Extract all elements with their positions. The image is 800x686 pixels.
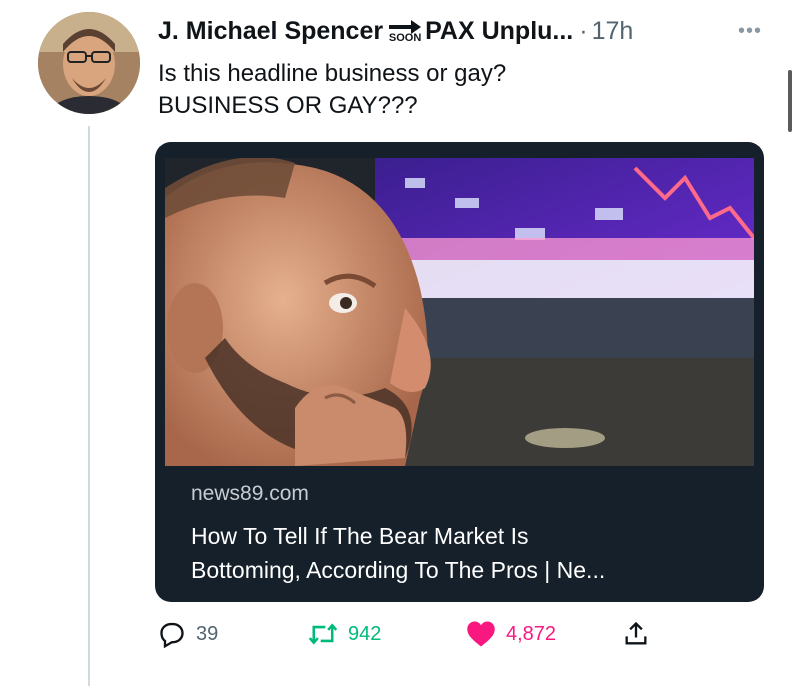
like-count: 4,872 xyxy=(506,622,557,645)
like-button[interactable]: 4,872 xyxy=(466,616,556,652)
thread-connector-line xyxy=(88,126,90,686)
tweet-timestamp[interactable]: 17h xyxy=(592,17,634,46)
card-domain: news89.com xyxy=(191,482,309,505)
more-icon[interactable]: ••• xyxy=(738,20,762,43)
reply-button[interactable]: 39 xyxy=(158,616,218,652)
author-name[interactable]: J. Michael Spencer xyxy=(158,17,383,46)
retweet-button[interactable]: 942 xyxy=(308,616,381,652)
author-handle[interactable]: PAX Unplu... xyxy=(425,17,573,46)
card-title-line-2: Bottoming, According To The Pros | Ne... xyxy=(191,557,606,583)
retweet-count: 942 xyxy=(348,622,382,645)
soon-label: SOON xyxy=(388,32,422,44)
card-title: How To Tell If The Bear Market Is Bottom… xyxy=(191,519,751,587)
tweet-actions: 39 942 4,872 xyxy=(158,616,678,652)
soon-badge: SOON xyxy=(387,19,423,44)
tweet-text-line-2: BUSINESS OR GAY??? xyxy=(158,92,418,119)
link-preview-card[interactable]: news89.com How To Tell If The Bear Marke… xyxy=(155,142,764,602)
separator-dot: · xyxy=(579,16,588,45)
tweet-text-line-1: Is this headline business or gay? xyxy=(158,60,507,87)
share-icon xyxy=(625,621,647,645)
heart-icon xyxy=(467,621,495,647)
scrollbar-thumb[interactable] xyxy=(788,70,792,132)
reply-icon xyxy=(160,622,184,648)
tweet-text: Is this headline business or gay? BUSINE… xyxy=(158,58,506,122)
card-title-line-1: How To Tell If The Bear Market Is xyxy=(191,523,529,549)
reply-count: 39 xyxy=(196,622,219,645)
tweet-header: J. Michael Spencer SOON PAX Unplu... · 1… xyxy=(158,14,633,48)
card-image[interactable] xyxy=(165,158,754,466)
avatar[interactable] xyxy=(38,12,140,114)
retweet-icon xyxy=(308,623,338,645)
share-button[interactable] xyxy=(622,616,650,652)
